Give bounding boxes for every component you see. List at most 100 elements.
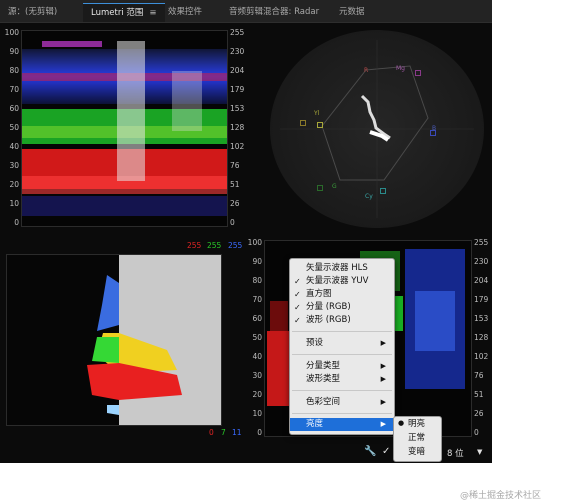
menu-item-color-space[interactable]: 色彩空间 ▶	[290, 396, 394, 409]
tick-label: 128	[230, 123, 245, 132]
tick-label: 76	[474, 371, 484, 380]
lumetri-scopes-window: 源：(无剪辑) Lumetri 范围 ≡ 效果控件 音频剪辑混合器: Radar …	[0, 0, 492, 463]
brightness-submenu: ● 明亮 正常 变暗	[393, 416, 442, 462]
tick-label: 26	[474, 409, 484, 418]
tick-label: 100	[247, 238, 262, 247]
menu-item-brightness[interactable]: 亮度 ▶	[290, 418, 394, 431]
tick-label: 20	[9, 180, 19, 189]
menu-item-waveform-type[interactable]: 波形类型 ▶	[290, 373, 394, 386]
tick-label: 255	[230, 28, 245, 37]
submenu-arrow-icon: ▶	[380, 362, 386, 370]
watermark: @稀土掘金技术社区	[460, 491, 542, 501]
menu-item-vectorscope-yuv[interactable]: ✓ 矢量示波器 YUV	[290, 275, 394, 288]
tick-label: 70	[9, 85, 19, 94]
tab-lumetri-scopes[interactable]: Lumetri 范围 ≡	[83, 3, 165, 22]
selected-bullet-icon: ●	[398, 419, 405, 427]
tab-effect-controls[interactable]: 效果控件	[168, 3, 202, 21]
tick-label: 50	[9, 123, 19, 132]
target-cy-box	[380, 188, 386, 194]
menu-item-label: 波形类型	[306, 374, 341, 384]
waveform-right-axis: 255 230 204 179 153 128 102 76 51 26 0	[230, 28, 252, 228]
menu-item-label: 矢量示波器 YUV	[306, 276, 369, 286]
tick-label: 51	[474, 390, 484, 399]
tab-metadata[interactable]: 元数据	[339, 3, 365, 21]
submenu-arrow-icon: ▶	[380, 339, 386, 347]
panel-tab-bar: 源：(无剪辑) Lumetri 范围 ≡ 效果控件 音频剪辑混合器: Radar …	[0, 0, 492, 23]
bit-depth-select[interactable]: 8 位	[447, 447, 464, 459]
histogram-footer-g: 7	[221, 428, 226, 437]
tab-audio-clip-mixer[interactable]: 音频剪辑混合器: Radar	[229, 3, 319, 21]
tick-label: 90	[252, 257, 262, 266]
tick-label: 204	[230, 66, 245, 75]
vectorscope: R Mg B Cy G Yl	[270, 30, 484, 228]
histogram-header: 255 255 255	[165, 241, 245, 253]
tick-label: 179	[474, 295, 489, 304]
vectorscope-graticule	[280, 40, 474, 218]
menu-item-vectorscope-hls[interactable]: 矢量示波器 HLS	[290, 262, 394, 275]
tick-label: 230	[474, 257, 489, 266]
tick-label: 179	[230, 85, 245, 94]
tick-label: 60	[9, 104, 19, 113]
tick-label: 80	[9, 66, 19, 75]
waveform-left-axis: 100 90 80 70 60 50 40 30 20 10 0	[0, 28, 19, 228]
menu-item-label: 亮度	[306, 419, 324, 429]
tick-label: 10	[252, 409, 262, 418]
menu-item-presets[interactable]: 预设 ▶	[290, 337, 394, 350]
menu-item-label: 波形 (RGB)	[306, 315, 351, 325]
histogram-footer-b: 11	[232, 428, 242, 437]
tab-lumetri-scopes-label: Lumetri 范围	[91, 8, 144, 18]
tick-label: 0	[230, 218, 235, 227]
menu-item-histogram[interactable]: ✓ 直方图	[290, 288, 394, 301]
menu-item-parade-type[interactable]: 分量类型 ▶	[290, 360, 394, 373]
tab-source[interactable]: 源：(无剪辑)	[8, 3, 57, 21]
submenu-item-bright[interactable]: 明亮	[408, 418, 425, 431]
menu-item-label: 分量 (RGB)	[306, 302, 351, 312]
tick-label: 90	[9, 47, 19, 56]
submenu-item-dim[interactable]: 变暗	[408, 446, 425, 459]
tick-label: 30	[9, 161, 19, 170]
scopes-context-menu: 矢量示波器 HLS ✓ 矢量示波器 YUV ✓ 直方图 ✓ 分量 (RGB) ✓…	[289, 258, 395, 435]
menu-item-waveform-rgb[interactable]: ✓ 波形 (RGB)	[290, 314, 394, 327]
tick-label: 0	[474, 428, 479, 437]
vectorscope-label-g: G	[332, 183, 337, 190]
submenu-arrow-icon: ▶	[380, 375, 386, 383]
tick-label: 100	[4, 28, 19, 37]
histogram-scope	[6, 254, 222, 426]
menu-separator	[292, 331, 392, 332]
tick-label: 20	[252, 390, 262, 399]
histogram-header-g: 255	[207, 241, 222, 250]
tick-label: 76	[230, 161, 240, 170]
tick-label: 153	[230, 104, 245, 113]
tick-label: 204	[474, 276, 489, 285]
target-mg-box	[415, 70, 421, 76]
tick-label: 70	[252, 295, 262, 304]
tick-label: 30	[252, 371, 262, 380]
tick-label: 40	[252, 352, 262, 361]
histogram-footer-r: 0	[209, 428, 214, 437]
check-icon[interactable]: ✓	[382, 446, 390, 457]
submenu-item-normal[interactable]: 正常	[408, 432, 425, 445]
histogram-trace	[87, 255, 221, 425]
tick-label: 230	[230, 47, 245, 56]
check-icon: ✓	[294, 277, 301, 286]
menu-item-label: 直方图	[306, 289, 332, 299]
submenu-arrow-icon: ▶	[380, 398, 386, 406]
target-g-box	[317, 185, 323, 191]
vectorscope-label-yl: Yl	[314, 110, 320, 117]
chevron-down-icon[interactable]: ▼	[477, 448, 482, 456]
target-b-box	[430, 130, 436, 136]
panel-menu-icon[interactable]: ≡	[149, 8, 156, 18]
menu-item-label: 分量类型	[306, 361, 341, 371]
target-yl-box	[300, 120, 306, 126]
tick-label: 80	[252, 276, 262, 285]
histogram-header-r: 255	[187, 241, 202, 250]
tick-label: 50	[252, 333, 262, 342]
waveform-trace	[22, 41, 227, 216]
check-icon: ✓	[294, 290, 301, 299]
menu-separator	[292, 354, 392, 355]
parade-left-axis: 100 90 80 70 60 50 40 30 20 10 0	[248, 238, 262, 438]
wrench-icon[interactable]: 🔧	[364, 446, 376, 457]
target-yl-box	[317, 122, 323, 128]
tick-label: 10	[9, 199, 19, 208]
menu-item-parade-rgb[interactable]: ✓ 分量 (RGB)	[290, 301, 394, 314]
